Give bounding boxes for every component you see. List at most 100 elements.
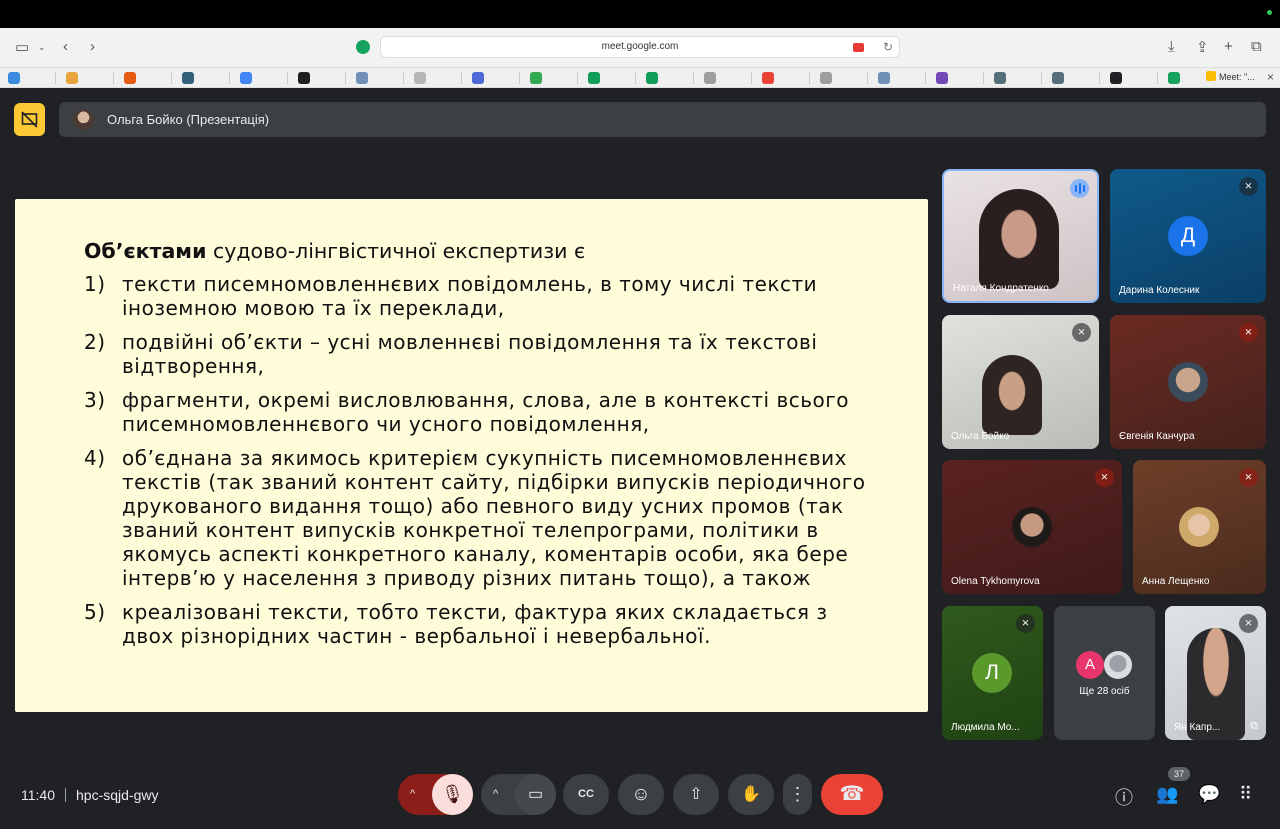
- bookmark-separator: [287, 72, 288, 84]
- sidebar-icon[interactable]: ▭: [15, 38, 29, 56]
- presentation-toggle-button[interactable]: [14, 103, 45, 136]
- camera-button[interactable]: ▭: [515, 774, 556, 815]
- reload-icon[interactable]: ↻: [883, 40, 893, 54]
- bookmark-icon[interactable]: [414, 72, 426, 84]
- bookmark-icon[interactable]: [994, 72, 1006, 84]
- bookmark-icon[interactable]: [1052, 72, 1064, 84]
- bookmark-separator: [345, 72, 346, 84]
- divider: [65, 788, 66, 802]
- bookmark-separator: [577, 72, 578, 84]
- more-options-button[interactable]: ⋮: [783, 774, 812, 815]
- bookmark-icon[interactable]: [356, 72, 368, 84]
- meet-tab[interactable]: Meet: "...: [1206, 71, 1255, 82]
- people-icon[interactable]: 👥: [1156, 784, 1178, 805]
- mic-off-icon: ⨯: [1239, 614, 1258, 633]
- meet-tab-label: Meet: "...: [1219, 72, 1255, 82]
- activities-icon[interactable]: ⠿: [1239, 784, 1252, 805]
- bookmark-icon[interactable]: [298, 72, 310, 84]
- participant-tile[interactable]: Д ⨯ Дарина Колесник: [1110, 169, 1266, 303]
- grammarly-icon[interactable]: [356, 40, 370, 54]
- emoji-button[interactable]: ☺: [618, 774, 664, 815]
- forward-icon[interactable]: ›: [90, 38, 95, 55]
- meeting-code: hpc-sqjd-gwy: [76, 787, 159, 803]
- close-icon[interactable]: ×: [1267, 70, 1274, 84]
- new-tab-icon[interactable]: +: [1224, 38, 1233, 55]
- list-item: 3) фрагменти, окремі висловлювання, слова…: [84, 388, 874, 436]
- participant-video: [979, 189, 1059, 289]
- people-count-badge: 37: [1168, 767, 1190, 781]
- bookmark-separator: [519, 72, 520, 84]
- download-icon[interactable]: ⤓: [1168, 38, 1175, 55]
- present-button[interactable]: ⇧: [673, 774, 719, 815]
- tabs-overview-icon[interactable]: ⧉: [1251, 38, 1262, 55]
- participant-avatar: [1179, 507, 1219, 547]
- participant-name: Дарина Колесник: [1119, 285, 1200, 296]
- mic-control: ^ 🎙: [398, 774, 473, 815]
- chevron-down-icon[interactable]: ⌄: [38, 42, 46, 53]
- mic-off-button[interactable]: 🎙: [432, 774, 473, 815]
- item-text: подвійні об’єкти – усні мовленнєві повід…: [122, 330, 818, 378]
- participant-name: Наталя Кондратенко: [953, 283, 1049, 294]
- bookmark-separator: [403, 72, 404, 84]
- bookmark-icon[interactable]: [588, 72, 600, 84]
- participant-tile[interactable]: Л ⨯ Людмила Мо...: [942, 606, 1043, 740]
- bookmark-icon[interactable]: [1168, 72, 1180, 84]
- presenter-avatar: [73, 109, 94, 130]
- bookmark-separator: [983, 72, 984, 84]
- slide-heading: Об’єктами судово-лінгвістичної експертиз…: [84, 239, 585, 263]
- participant-tile[interactable]: ⨯ Ольга Бойко: [942, 315, 1099, 449]
- participant-tile[interactable]: ⨯ Olena Tykhomyrova: [942, 460, 1122, 594]
- item-text: об’єднана за якимось критерієм сукупніст…: [122, 446, 866, 590]
- bookmark-icon[interactable]: [704, 72, 716, 84]
- info-icon[interactable]: ⓘ: [1115, 784, 1133, 810]
- bookmark-icon[interactable]: [124, 72, 136, 84]
- leave-call-button[interactable]: ☎: [821, 774, 883, 815]
- bookmark-icon[interactable]: [8, 72, 20, 84]
- bookmark-icon[interactable]: [878, 72, 890, 84]
- participant-tile[interactable]: ⨯ Анна Лещенко: [1133, 460, 1266, 594]
- mic-off-icon: ⨯: [1095, 468, 1114, 487]
- participant-name: Olena Tykhomyrova: [951, 576, 1040, 587]
- slide-heading-rest: судово-лінгвістичної експертизи є: [206, 239, 586, 263]
- system-top-bar: [0, 0, 1280, 28]
- camera-control: ^ ▭: [481, 774, 556, 815]
- chevron-up-icon[interactable]: ^: [493, 774, 498, 815]
- bookmark-icon[interactable]: [820, 72, 832, 84]
- participant-tile[interactable]: ⨯ Ян Капр... ⧉: [1165, 606, 1266, 740]
- slide-heading-bold: Об’єктами: [84, 239, 207, 263]
- meet-icon: [1206, 71, 1216, 81]
- meeting-time: 11:40: [21, 787, 55, 803]
- chat-icon[interactable]: 💬: [1198, 784, 1220, 805]
- bookmark-icon[interactable]: [66, 72, 78, 84]
- bookmark-icon[interactable]: [530, 72, 542, 84]
- bookmark-separator: [171, 72, 172, 84]
- bookmark-icon[interactable]: [646, 72, 658, 84]
- captions-button[interactable]: CC: [563, 774, 609, 815]
- participant-avatar: [1012, 507, 1052, 547]
- participant-avatar: [1168, 362, 1208, 402]
- share-icon[interactable]: ⇪: [1196, 38, 1209, 56]
- participant-avatar: А: [1076, 651, 1104, 679]
- more-participants-tile[interactable]: А Ще 28 осіб: [1054, 606, 1155, 740]
- bookmark-icon[interactable]: [472, 72, 484, 84]
- chevron-up-icon[interactable]: ^: [410, 774, 415, 815]
- mic-off-icon: ⨯: [1239, 468, 1258, 487]
- bookmark-icon[interactable]: [182, 72, 194, 84]
- back-icon[interactable]: ‹: [63, 38, 68, 55]
- pip-icon[interactable]: ⧉: [1250, 720, 1258, 733]
- item-number: 4): [84, 446, 106, 470]
- browser-toolbar: ▭ ⌄ ‹ › meet.google.com ↻ ⤓ ⇪ + ⧉: [0, 28, 1280, 68]
- mic-off-icon: ⨯: [1016, 614, 1035, 633]
- participant-name: Ольга Бойко: [951, 431, 1010, 442]
- presentation-slide: Об’єктами судово-лінгвістичної експертиз…: [15, 199, 928, 712]
- bookmark-icon[interactable]: [240, 72, 252, 84]
- item-number: 2): [84, 330, 106, 354]
- bookmark-icon[interactable]: [936, 72, 948, 84]
- participant-tile[interactable]: ⨯ Євгенія Канчура: [1110, 315, 1266, 449]
- bookmark-separator: [751, 72, 752, 84]
- bookmark-icon[interactable]: [1110, 72, 1122, 84]
- address-bar[interactable]: meet.google.com ↻: [380, 36, 900, 58]
- participant-tile[interactable]: Наталя Кондратенко: [942, 169, 1099, 303]
- bookmark-icon[interactable]: [762, 72, 774, 84]
- raise-hand-button[interactable]: ✋: [728, 774, 774, 815]
